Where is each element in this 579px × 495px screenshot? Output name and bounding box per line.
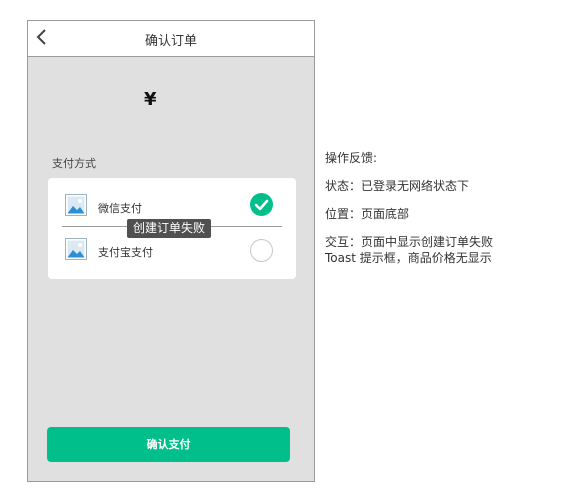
price-value: ¥ (144, 89, 157, 110)
annotation-interaction-line: 交互：页面中显示创建订单失败 (325, 235, 494, 249)
annotation-state: 状态：已登录无网络状态下 (325, 179, 470, 193)
payment-option-label: 微信支付 (98, 202, 142, 215)
annotation-position: 位置：页面底部 (325, 207, 410, 221)
page-title: 确认订单 (144, 34, 197, 49)
toast-message: 创建订单失败 (127, 219, 212, 238)
image-placeholder-icon (65, 238, 87, 260)
annotation-interaction-line: Toast 提示框，商品价格无显示 (325, 251, 492, 265)
image-placeholder-icon (65, 194, 87, 216)
payment-section-label: 支付方式 (52, 157, 96, 170)
nav-bar: 确认订单 (28, 21, 314, 57)
annotation-interaction: 交互：页面中显示创建订单失败 Toast 提示框，商品价格无显示 (325, 234, 493, 266)
annotation-title: 操作反馈: (325, 151, 378, 165)
confirm-pay-button[interactable]: 确认支付 (47, 427, 290, 462)
phone-frame: 确认订单 ¥ 支付方式 微信支付 支付宝支付 创建订单失败 确认支付 (27, 20, 315, 482)
radio-unchecked-icon[interactable] (250, 239, 273, 262)
checkmark-circle-icon[interactable] (250, 193, 273, 216)
payment-option-label: 支付宝支付 (98, 246, 153, 259)
